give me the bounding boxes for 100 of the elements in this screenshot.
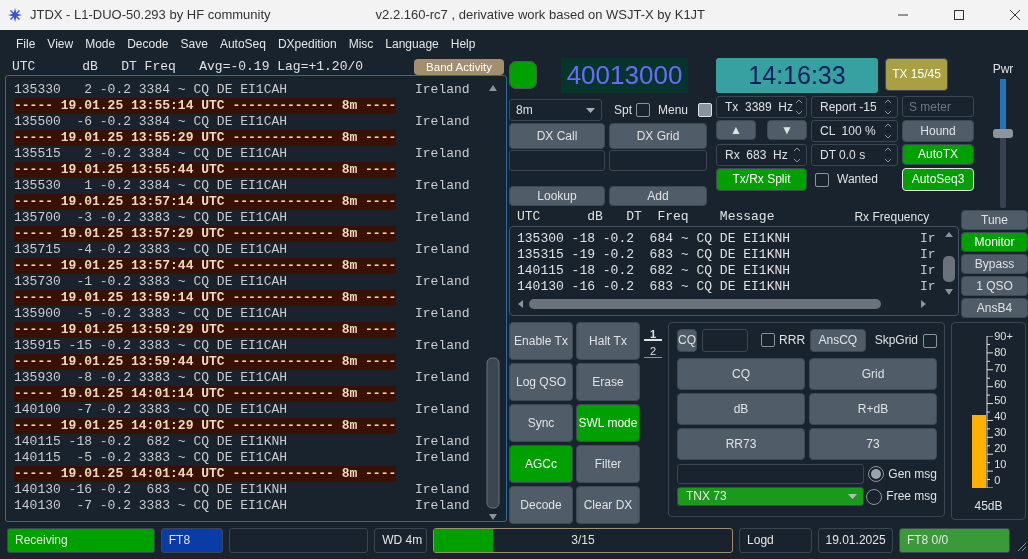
country-name: Ireland [415,242,470,258]
country-name: Ireland [415,498,470,514]
message-button[interactable]: Grid [809,358,937,390]
up-button[interactable]: ▲ [716,120,756,140]
dx-grid-field[interactable] [609,150,707,171]
toggle-button[interactable]: Tune [961,210,1028,230]
decode-message: 135900 -5 -0.2 3383 ~ CQ DE EI1CAH [14,306,289,322]
scale-label: 40 [994,409,1008,424]
toggle-button[interactable]: 1 QSO [961,276,1028,296]
cq-button[interactable]: CQ [677,329,697,352]
meter-reading: 45dB [974,499,1003,514]
dx-grid-button[interactable]: DX Grid [609,123,707,149]
dx-call-field[interactable] [509,150,605,171]
period-separator: ----- 19.01.25 13:55:29 UTC ------------- 8m ---- [14,130,397,146]
lookup-button[interactable]: Lookup [509,186,605,206]
free-message-field[interactable] [677,464,864,484]
report-spinbox[interactable]: Report -15 [811,96,898,118]
decode-message: 135315 -19 -0.2 683 ~ CQ DE EI1KNH [517,247,792,263]
add-button[interactable]: Add [609,186,707,206]
decode-message: 140115 -18 -0.2 682 ~ CQ DE EI1KNH [14,434,289,450]
period-separator: ----- 19.01.25 14:01:29 UTC ------------- 8m ---- [14,418,397,434]
message-button[interactable]: RR73 [677,428,805,460]
dropdown-caret-icon [848,494,857,499]
split-button[interactable]: Tx/Rx Split [716,168,807,191]
band-dropdown[interactable]: 8m [509,99,602,121]
anscq-button[interactable]: AnsCQ [810,329,866,352]
tx-period-button[interactable]: TX 15/45 [885,58,948,91]
scale-label: 30 [994,425,1008,440]
action-button[interactable]: AGCc [509,445,573,483]
tab[interactable]: 1 [644,328,662,341]
action-button[interactable]: Erase [576,363,640,401]
spot-checkbox[interactable] [635,103,650,117]
period-separator: ----- 19.01.25 13:59:14 UTC ------------- 8m ---- [14,290,397,306]
dt-spinbox[interactable]: DT 0.0 s [811,144,898,166]
scale-label: 0 [994,473,1002,488]
message-button[interactable]: 73 [809,428,937,460]
menu-checkbox[interactable] [698,103,712,117]
decode-message: 135300 -18 -0.2 684 ~ CQ DE EI1KNH [517,231,792,247]
action-button[interactable]: Filter [576,445,640,483]
status-field: WD 4m [374,528,427,553]
maximize-icon [954,10,964,20]
autoseq-button[interactable]: AutoSeq3 [902,168,974,191]
action-button[interactable]: Enable Tx [509,322,573,360]
power-label: Pwr [992,62,1014,77]
autotx-button[interactable]: AutoTX [902,144,974,165]
message-button[interactable]: R+dB [809,393,937,425]
menu-item[interactable]: AutoSeq [213,36,272,52]
decode-message: 135715 -4 -0.2 3383 ~ CQ DE EI1CAH [14,242,289,258]
toggle-button[interactable]: AnsB4 [961,298,1028,318]
scale-label: 80 [994,345,1008,360]
period-separator: ----- 19.01.25 14:01:44 UTC ------------- 8m ---- [14,466,397,482]
menu-item[interactable]: Help [444,36,482,52]
down-button[interactable]: ▼ [767,120,807,140]
toggle-button[interactable]: Bypass [961,254,1028,274]
message-button[interactable]: dB [677,393,805,425]
decode-message: 140115 -18 -0.2 682 ~ CQ DE EI1KNH [517,263,792,279]
rx-frequency-spinbox[interactable]: Rx 683 Hz [716,144,807,166]
scale-label: 70 [994,361,1008,376]
menu-item[interactable]: Mode [79,36,122,52]
radio-label: Gen msg [888,466,937,482]
scrollbar[interactable] [941,231,956,295]
toggle-button[interactable]: Monitor [961,232,1028,252]
power-slider[interactable] [993,79,1013,208]
wanted-checkbox[interactable] [815,172,829,187]
action-button[interactable]: Halt Tx [576,322,640,360]
menu-item[interactable]: Misc [342,36,380,52]
message-dropdown[interactable]: TNX 73 [677,487,864,506]
message-field[interactable] [702,329,749,352]
dx-call-button[interactable]: DX Call [509,123,605,149]
hound-button[interactable]: Hound [902,120,974,142]
menu-item[interactable]: File [10,36,42,52]
window-title: JTDX - L1-DUO-50.293 by HF community [30,7,271,23]
menu-item[interactable]: View [41,36,80,52]
menu-item[interactable]: Save [174,36,214,52]
period-separator: ----- 19.01.25 13:55:14 UTC ------------- 8m ---- [14,98,397,114]
decode-message: 135530 1 -0.2 3384 ~ CQ DE EI1CAH [14,178,289,194]
menu-item[interactable]: Decode [121,36,175,52]
cl-spinbox[interactable]: CL 100 % [811,120,898,142]
slider-thumb[interactable] [993,129,1013,138]
action-button[interactable]: Log QSO [509,363,573,401]
action-button[interactable]: Sync [509,404,573,442]
country-name: Ireland [415,114,470,130]
menu-item[interactable]: Language [379,36,445,52]
action-button[interactable]: Decode [509,486,573,524]
message-button[interactable]: CQ [677,358,805,390]
action-button[interactable]: SWL mode [576,404,640,442]
country-name: Ir [920,247,936,263]
dropdown-caret-icon [585,107,595,113]
tab[interactable]: 2 [644,345,662,358]
decode-message: 140130 -16 -0.2 683 ~ CQ DE EI1KNH [14,482,289,498]
skip-grid-checkbox[interactable] [923,333,937,348]
s-meter-field[interactable]: S meter [902,96,974,117]
scrollbar[interactable] [517,297,927,311]
menu-item[interactable]: DXpedition [271,36,343,52]
tx-frequency-spinbox[interactable]: Tx 3389 Hz [716,96,807,118]
status-field: Receiving [7,528,155,553]
action-button[interactable]: Clear DX [576,486,640,524]
period-separator: ----- 19.01.25 13:57:29 UTC ------------- 8m ---- [14,226,397,242]
period-separator: ----- 19.01.25 13:59:44 UTC ------------- 8m ---- [14,354,397,370]
rrr-checkbox[interactable] [761,333,776,348]
